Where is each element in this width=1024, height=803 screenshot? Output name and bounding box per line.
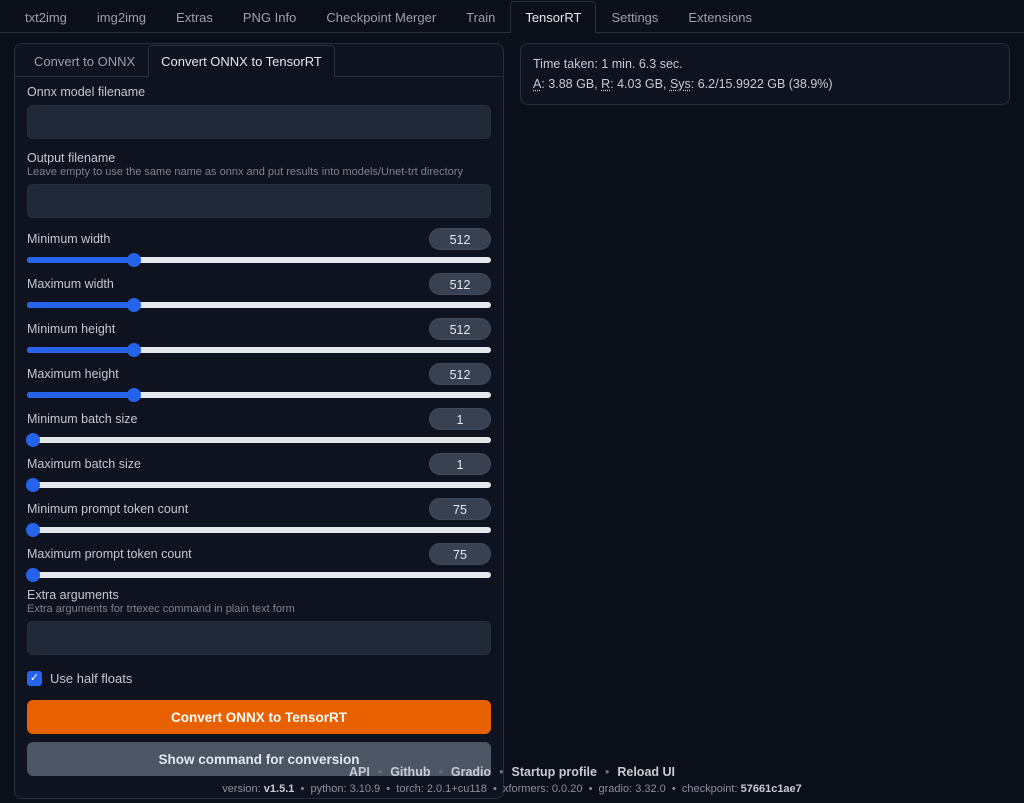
version-line: version: v1.5.1 • python: 3.10.9 • torch… xyxy=(0,783,1024,795)
top-tab-settings[interactable]: Settings xyxy=(596,1,673,33)
sub-tab-convert-onnx-to-tensorrt[interactable]: Convert ONNX to TensorRT xyxy=(148,45,335,77)
top-tabs: txt2imgimg2imgExtrasPNG InfoCheckpoint M… xyxy=(0,0,1024,33)
footer-link-reload-ui[interactable]: Reload UI xyxy=(617,765,675,779)
slider-value[interactable]: 75 xyxy=(429,498,491,520)
slider-label: Maximum height xyxy=(27,367,119,381)
slider-value[interactable]: 75 xyxy=(429,543,491,565)
slider-label: Minimum batch size xyxy=(27,412,137,426)
slider-maximum-height: Maximum height 512 xyxy=(27,363,491,398)
slider-value[interactable]: 1 xyxy=(429,453,491,475)
slider-thumb[interactable] xyxy=(26,433,40,447)
slider-track[interactable] xyxy=(27,482,491,488)
footer-link-github[interactable]: Github xyxy=(390,765,430,779)
onnx-filename-input[interactable] xyxy=(27,105,491,139)
slider-maximum-width: Maximum width 512 xyxy=(27,273,491,308)
slider-label: Minimum prompt token count xyxy=(27,502,188,516)
sub-tab-convert-to-onnx[interactable]: Convert to ONNX xyxy=(21,45,148,77)
slider-thumb[interactable] xyxy=(127,343,141,357)
slider-track[interactable] xyxy=(27,392,491,398)
slider-track[interactable] xyxy=(27,257,491,263)
slider-track[interactable] xyxy=(27,347,491,353)
tensorrt-panel: Convert to ONNXConvert ONNX to TensorRT … xyxy=(14,43,504,799)
output-filename-input[interactable] xyxy=(27,184,491,218)
status-box: Time taken: 1 min. 6.3 sec. A: 3.88 GB, … xyxy=(520,43,1010,105)
memory-status: A: 3.88 GB, R: 4.03 GB, Sys: 6.2/15.9922… xyxy=(533,74,997,94)
onnx-filename-label: Onnx model filename xyxy=(27,85,491,99)
slider-minimum-height: Minimum height 512 xyxy=(27,318,491,353)
top-tab-png-info[interactable]: PNG Info xyxy=(228,1,311,33)
slider-maximum-batch-size: Maximum batch size 1 xyxy=(27,453,491,488)
top-tab-txt2img[interactable]: txt2img xyxy=(10,1,82,33)
slider-label: Maximum batch size xyxy=(27,457,141,471)
slider-thumb[interactable] xyxy=(26,523,40,537)
top-tab-extras[interactable]: Extras xyxy=(161,1,228,33)
slider-label: Maximum prompt token count xyxy=(27,547,192,561)
slider-minimum-width: Minimum width 512 xyxy=(27,228,491,263)
top-tab-tensorrt[interactable]: TensorRT xyxy=(510,1,596,33)
slider-thumb[interactable] xyxy=(127,388,141,402)
output-filename-help: Leave empty to use the same name as onnx… xyxy=(27,166,491,178)
convert-button[interactable]: Convert ONNX to TensorRT xyxy=(27,700,491,734)
slider-maximum-prompt-token-count: Maximum prompt token count 75 xyxy=(27,543,491,578)
use-half-floats-checkbox[interactable]: ✓ xyxy=(27,671,42,686)
top-tab-train[interactable]: Train xyxy=(451,1,510,33)
slider-label: Minimum height xyxy=(27,322,115,336)
sub-tabs: Convert to ONNXConvert ONNX to TensorRT xyxy=(15,44,503,77)
top-tab-img2img[interactable]: img2img xyxy=(82,1,161,33)
footer-link-api[interactable]: API xyxy=(349,765,370,779)
footer-link-startup-profile[interactable]: Startup profile xyxy=(512,765,597,779)
footer: API•Github•Gradio•Startup profile•Reload… xyxy=(0,765,1024,795)
use-half-floats-label: Use half floats xyxy=(50,671,132,686)
time-taken: Time taken: 1 min. 6.3 sec. xyxy=(533,54,997,74)
slider-track[interactable] xyxy=(27,437,491,443)
slider-track[interactable] xyxy=(27,572,491,578)
slider-thumb[interactable] xyxy=(127,298,141,312)
slider-label: Minimum width xyxy=(27,232,110,246)
footer-links: API•Github•Gradio•Startup profile•Reload… xyxy=(0,765,1024,779)
slider-thumb[interactable] xyxy=(26,478,40,492)
top-tab-checkpoint-merger[interactable]: Checkpoint Merger xyxy=(311,1,451,33)
slider-track[interactable] xyxy=(27,527,491,533)
slider-track[interactable] xyxy=(27,302,491,308)
slider-thumb[interactable] xyxy=(127,253,141,267)
output-filename-label: Output filename xyxy=(27,151,491,165)
slider-value[interactable]: 1 xyxy=(429,408,491,430)
slider-value[interactable]: 512 xyxy=(429,273,491,295)
slider-label: Maximum width xyxy=(27,277,114,291)
extra-args-help: Extra arguments for trtexec command in p… xyxy=(27,603,491,615)
slider-thumb[interactable] xyxy=(26,568,40,582)
extra-args-input[interactable] xyxy=(27,621,491,655)
slider-value[interactable]: 512 xyxy=(429,228,491,250)
slider-minimum-prompt-token-count: Minimum prompt token count 75 xyxy=(27,498,491,533)
slider-value[interactable]: 512 xyxy=(429,363,491,385)
slider-minimum-batch-size: Minimum batch size 1 xyxy=(27,408,491,443)
slider-value[interactable]: 512 xyxy=(429,318,491,340)
extra-args-label: Extra arguments xyxy=(27,588,491,602)
footer-link-gradio[interactable]: Gradio xyxy=(451,765,491,779)
top-tab-extensions[interactable]: Extensions xyxy=(673,1,767,33)
use-half-floats-row[interactable]: ✓ Use half floats xyxy=(27,671,491,686)
